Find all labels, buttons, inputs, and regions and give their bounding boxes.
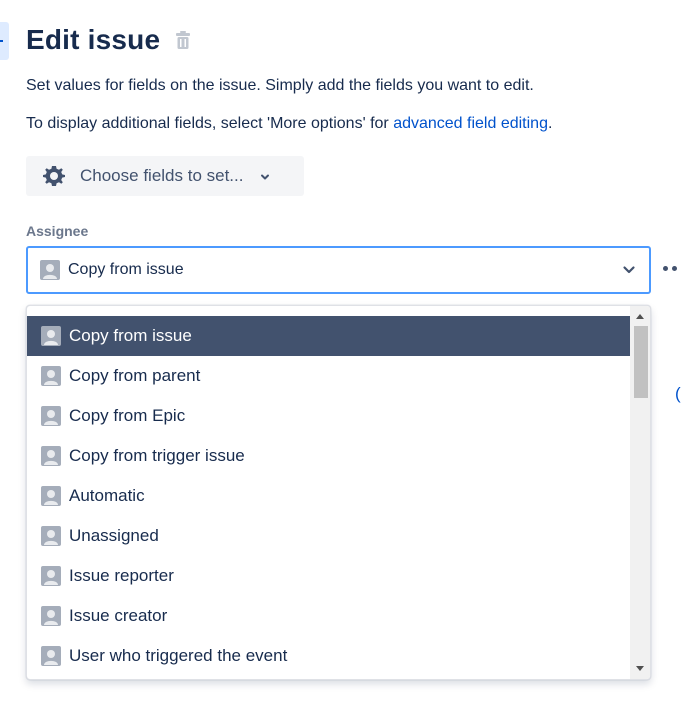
assignee-option[interactable]: Copy from trigger issue bbox=[27, 436, 631, 476]
dot bbox=[672, 266, 677, 271]
assignee-option-label: Copy from parent bbox=[69, 366, 201, 385]
assignee-option[interactable]: Automatic bbox=[27, 476, 631, 516]
description-line-2-suffix: . bbox=[547, 115, 553, 132]
description-line-2-prefix: To display additional fields, select 'Mo… bbox=[26, 115, 394, 132]
user-avatar-icon bbox=[41, 486, 61, 506]
user-avatar-icon bbox=[41, 366, 61, 386]
header: Edit issue bbox=[26, 22, 191, 58]
user-avatar-icon bbox=[40, 260, 60, 280]
scroll-down-arrow-icon[interactable] bbox=[636, 666, 644, 671]
assignee-option-label: Issue reporter bbox=[69, 566, 174, 585]
description-line-1: Set values for fields on the issue. Simp… bbox=[26, 77, 534, 94]
edit-issue-page: Edit issue Set values for fields on the … bbox=[0, 0, 681, 708]
more-options-icon[interactable] bbox=[663, 266, 679, 274]
assignee-option-list: Copy from issue Copy from parent Copy from… bbox=[27, 316, 631, 676]
user-avatar-icon bbox=[41, 646, 61, 666]
user-avatar-icon bbox=[41, 606, 61, 626]
assignee-option-label: Copy from Epic bbox=[69, 406, 186, 425]
scrollbar[interactable] bbox=[630, 306, 650, 679]
assignee-option-label: Unassigned bbox=[69, 526, 159, 545]
scrollbar-thumb[interactable] bbox=[634, 326, 648, 398]
advanced-field-editing-link[interactable]: advanced field editing bbox=[393, 115, 548, 132]
user-avatar-icon bbox=[41, 566, 61, 586]
choose-fields-button[interactable]: Choose fields to set... bbox=[26, 156, 304, 196]
choose-fields-label: Choose fields to set... bbox=[80, 166, 244, 185]
partially-hidden-link[interactable]: ( bbox=[675, 384, 681, 404]
chevron-down-icon bbox=[621, 262, 637, 278]
page-title: Edit issue bbox=[26, 24, 161, 55]
assignee-option-label: Copy from trigger issue bbox=[69, 446, 245, 465]
assignee-option-label: User who triggered the event bbox=[69, 646, 288, 665]
trash-icon[interactable] bbox=[175, 30, 191, 50]
description-line-2: To display additional fields, select 'Mo… bbox=[26, 115, 552, 133]
user-avatar-icon bbox=[41, 526, 61, 546]
side-tab-indicator[interactable] bbox=[0, 22, 9, 60]
assignee-option[interactable]: Issue reporter bbox=[27, 556, 631, 596]
assignee-select[interactable]: Copy from issue bbox=[26, 246, 651, 294]
dot bbox=[663, 266, 668, 271]
user-avatar-icon bbox=[41, 406, 61, 426]
assignee-option[interactable]: Copy from issue bbox=[27, 316, 631, 356]
assignee-option[interactable]: Copy from parent bbox=[27, 356, 631, 396]
chevron-down-icon bbox=[259, 170, 271, 182]
user-avatar-icon bbox=[41, 446, 61, 466]
assignee-option[interactable]: User who triggered the event bbox=[27, 636, 631, 676]
assignee-option[interactable]: Issue creator bbox=[27, 596, 631, 636]
assignee-label: Assignee bbox=[26, 223, 89, 239]
assignee-dropdown-menu: Copy from issue Copy from parent Copy from… bbox=[26, 305, 651, 680]
assignee-option-label: Issue creator bbox=[69, 606, 168, 625]
user-avatar-icon bbox=[41, 326, 61, 346]
scroll-up-arrow-icon[interactable] bbox=[636, 314, 644, 319]
assignee-option-label: Automatic bbox=[69, 486, 145, 505]
assignee-option-label: Copy from issue bbox=[69, 326, 192, 345]
gear-icon bbox=[42, 164, 66, 188]
assignee-option[interactable]: Unassigned bbox=[27, 516, 631, 556]
assignee-selected-value: Copy from issue bbox=[68, 261, 184, 278]
assignee-option[interactable]: Copy from Epic bbox=[27, 396, 631, 436]
